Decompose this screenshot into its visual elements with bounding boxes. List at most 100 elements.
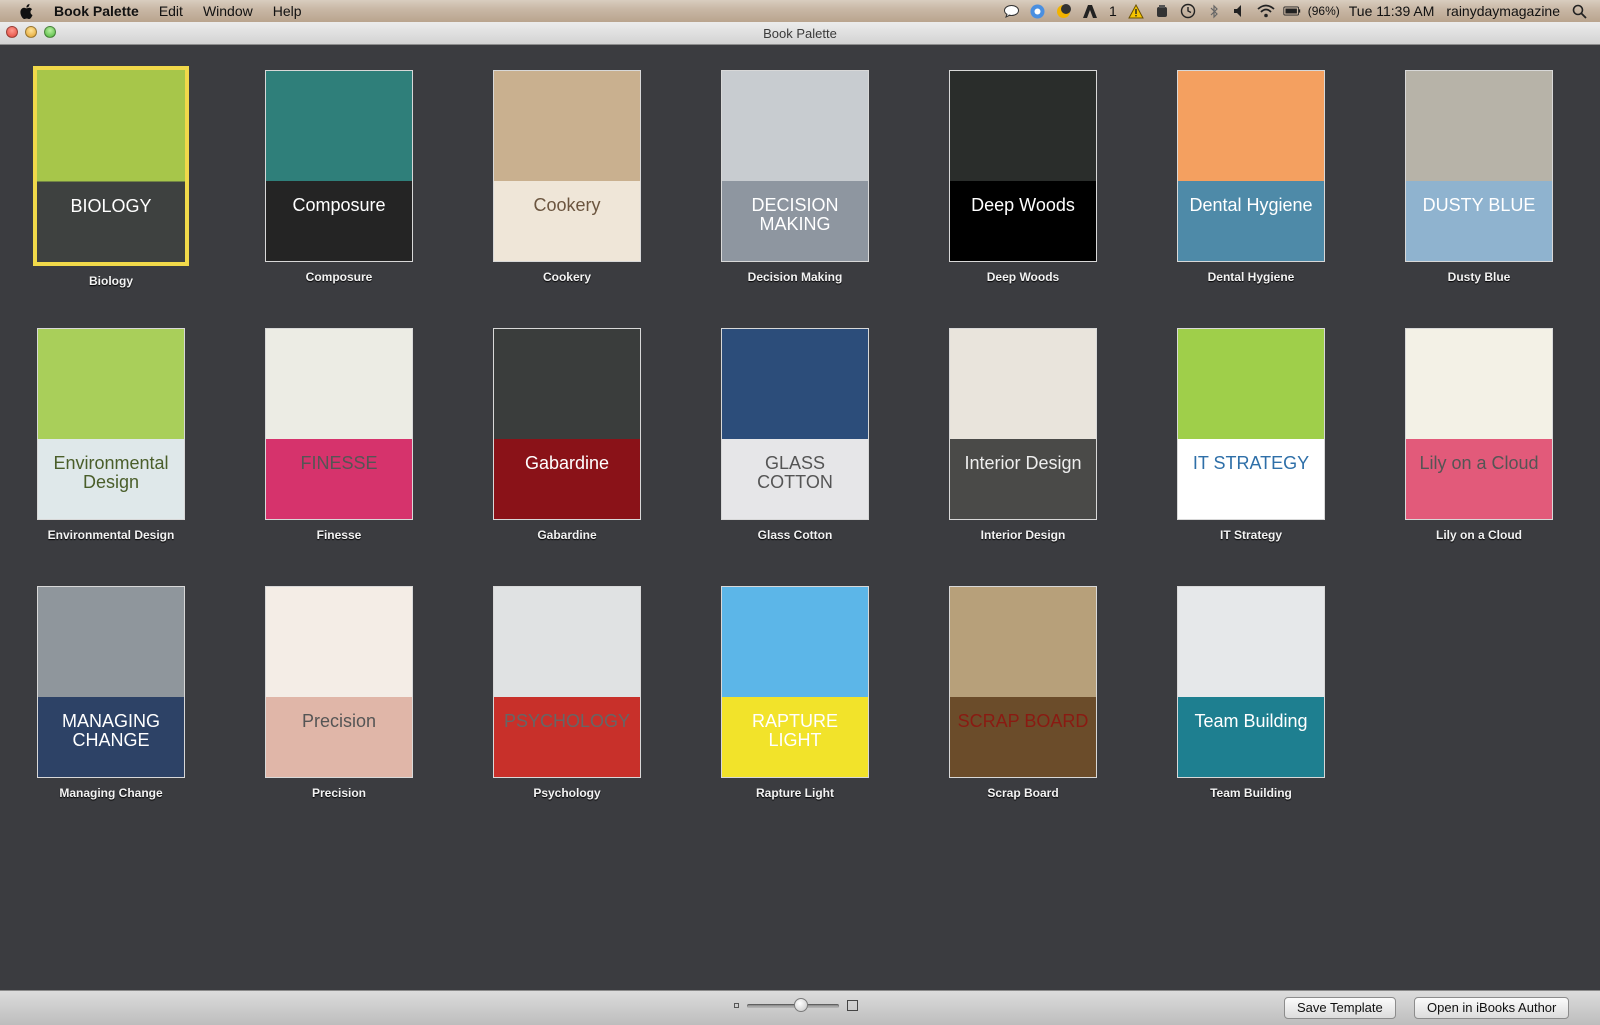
zoom-window-button[interactable] [44,26,56,38]
template-tile[interactable]: GLASS COTTON Glass Cotton [695,328,895,558]
wifi-icon[interactable] [1257,2,1275,20]
menu-bar: Book Palette Edit Window Help 1 (96%) Tu… [0,0,1600,22]
template-cover[interactable]: DUSTY BLUE [1405,70,1553,262]
cover-title-text: Environmental Design [53,453,169,493]
cover-title-text: MANAGING CHANGE [61,711,160,751]
menu-window[interactable]: Window [193,0,263,22]
menu-user[interactable]: rainydaymagazine [1446,3,1560,19]
template-cover[interactable]: IT STRATEGY [1177,328,1325,520]
template-tile[interactable]: Team Building Team Building [1151,586,1351,816]
template-cover[interactable]: Cookery [493,70,641,262]
template-tile[interactable]: SCRAP BOARD Scrap Board [923,586,1123,816]
template-tile[interactable]: FINESSE Finesse [239,328,439,558]
template-label: Environmental Design [47,528,175,542]
cover-title-text: RAPTURE LIGHT [751,711,838,751]
template-tile[interactable]: Lily on a Cloud Lily on a Cloud [1379,328,1579,558]
close-window-button[interactable] [6,26,18,38]
cover-title-text: BIOLOGY [70,195,152,216]
template-tile[interactable]: Gabardine Gabardine [467,328,667,558]
template-tile[interactable]: MANAGING CHANGE Managing Change [11,586,211,816]
template-cover[interactable]: Dental Hygiene [1177,70,1325,262]
template-label: Composure [305,270,373,284]
cover-title-text: Composure [292,195,386,216]
template-label: Rapture Light [756,786,834,800]
cover-title-text: DUSTY BLUE [1422,195,1536,216]
messages-icon[interactable] [1003,2,1021,20]
template-label: Managing Change [59,786,163,800]
template-grid: BIOLOGY Biology Composure Composure Cookery C… [0,45,1600,990]
cover-title-text: Dental Hygiene [1189,195,1313,216]
menu-help[interactable]: Help [263,0,312,22]
zoom-small-icon[interactable] [734,1003,739,1008]
zoom-control [734,997,858,1012]
template-label: Finesse [316,528,362,542]
template-cover[interactable]: PSYCHOLOGY [493,586,641,778]
open-in-ibooks-author-button[interactable]: Open in iBooks Author [1414,997,1570,1019]
menu-clock[interactable]: Tue 11:39 AM [1349,3,1435,19]
status-area: 1 (96%) Tue 11:39 AM rainydaymagazine [999,0,1600,22]
template-tile[interactable]: Environmental Design Environmental Design [11,328,211,558]
template-cover[interactable]: Composure [265,70,413,262]
menu-app-name[interactable]: Book Palette [54,0,149,22]
cover-title-text: GLASS COTTON [757,453,833,493]
template-tile[interactable]: Deep Woods Deep Woods [923,70,1123,300]
volume-icon[interactable] [1231,2,1249,20]
template-cover[interactable]: Precision [265,586,413,778]
cover-title-text: Interior Design [964,453,1082,474]
template-cover[interactable]: DECISION MAKING [721,70,869,262]
template-cover[interactable]: Gabardine [493,328,641,520]
template-cover[interactable]: Team Building [1177,586,1325,778]
template-tile[interactable]: PSYCHOLOGY Psychology [467,586,667,816]
spotlight-search-icon[interactable] [1570,2,1588,20]
template-tile[interactable]: RAPTURE LIGHT Rapture Light [695,586,895,816]
template-cover[interactable]: RAPTURE LIGHT [721,586,869,778]
window-controls [6,26,56,38]
warning-icon[interactable] [1127,2,1145,20]
template-cover[interactable]: Deep Woods [949,70,1097,262]
template-tile[interactable]: DUSTY BLUE Dusty Blue [1379,70,1579,300]
zoom-slider-thumb[interactable] [794,997,808,1012]
apple-menu-icon[interactable] [0,3,54,20]
battery-icon[interactable] [1283,2,1301,20]
template-tile[interactable]: IT STRATEGY IT Strategy [1151,328,1351,558]
save-template-button[interactable]: Save Template [1284,997,1396,1019]
template-cover[interactable]: MANAGING CHANGE [37,586,185,778]
template-cover[interactable]: Lily on a Cloud [1405,328,1553,520]
template-label: Gabardine [537,528,597,542]
template-label: IT Strategy [1219,528,1282,542]
template-tile[interactable]: Dental Hygiene Dental Hygiene [1151,70,1351,300]
template-label: Interior Design [980,528,1066,542]
template-tile[interactable]: Interior Design Interior Design [923,328,1123,558]
template-cover[interactable]: GLASS COTTON [721,328,869,520]
template-tile[interactable]: Cookery Cookery [467,70,667,300]
template-tile[interactable]: Precision Precision [239,586,439,816]
minimize-window-button[interactable] [25,26,37,38]
template-cover[interactable]: FINESSE [265,328,413,520]
adobe-icon[interactable] [1081,2,1099,20]
template-label: Team Building [1210,786,1292,800]
template-cover[interactable]: Environmental Design [37,328,185,520]
template-tile[interactable]: Composure Composure [239,70,439,300]
zoom-slider[interactable] [747,997,839,1012]
template-cover[interactable]: Interior Design [949,328,1097,520]
template-label: Glass Cotton [757,528,833,542]
template-tile[interactable]: BIOLOGY Biology [11,66,211,300]
cover-title-text: PSYCHOLOGY [503,711,631,732]
time-machine-icon[interactable] [1179,2,1197,20]
zoom-large-icon[interactable] [847,1000,858,1011]
cover-title-text: Cookery [533,195,601,216]
gpu-icon[interactable] [1153,2,1171,20]
sync-icon[interactable] [1029,2,1047,20]
moon-icon[interactable] [1055,2,1073,20]
cover-title-text: FINESSE [300,453,378,474]
cover-title-text: DECISION MAKING [751,195,839,235]
template-cover[interactable]: BIOLOGY [33,66,189,266]
menu-edit[interactable]: Edit [149,0,193,22]
template-label: Cookery [542,270,592,284]
template-tile[interactable]: DECISION MAKING Decision Making [695,70,895,300]
template-label: Psychology [533,786,601,800]
template-cover[interactable]: SCRAP BOARD [949,586,1097,778]
bottom-toolbar: Save Template Open in iBooks Author [0,990,1600,1025]
bluetooth-icon[interactable] [1205,2,1223,20]
cover-title-text: Lily on a Cloud [1419,453,1539,474]
